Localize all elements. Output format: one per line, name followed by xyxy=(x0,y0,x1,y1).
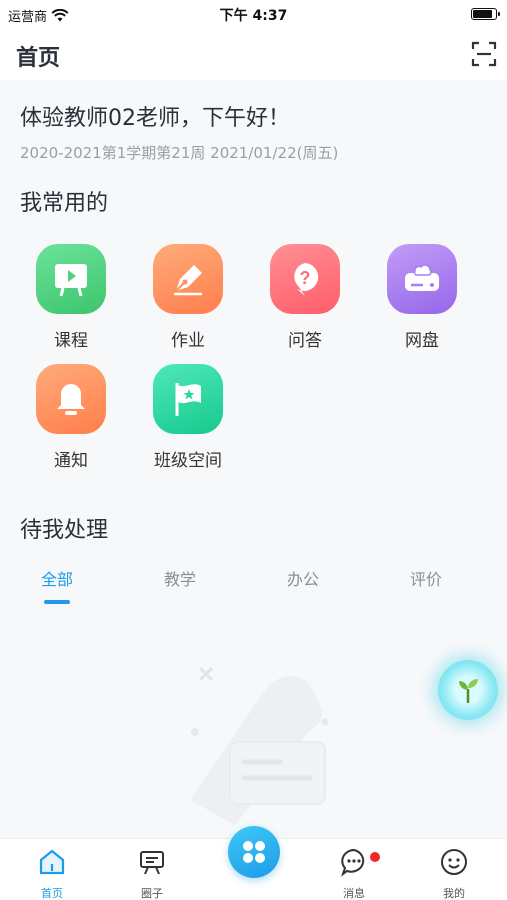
app-homework[interactable]: 作业 xyxy=(133,244,243,351)
tab-teaching[interactable]: 教学 xyxy=(130,566,230,590)
svg-text:?: ? xyxy=(300,268,311,288)
tabbar-label: 圈子 xyxy=(141,887,163,900)
cloud-drive-icon xyxy=(387,244,457,314)
tab-all[interactable]: 全部 xyxy=(7,566,107,590)
sprout-icon xyxy=(459,679,478,703)
profile-icon xyxy=(441,849,467,875)
question-icon: ? xyxy=(270,244,340,314)
battery-fill xyxy=(473,10,492,18)
app-notice[interactable]: 通知 xyxy=(16,364,126,471)
tab-office[interactable]: 办公 xyxy=(253,566,353,590)
bell-icon xyxy=(36,364,106,434)
tab-indicator xyxy=(44,600,70,604)
battery-icon xyxy=(471,8,500,20)
app-label: 网盘 xyxy=(405,331,439,351)
tabbar-label: 消息 xyxy=(343,887,365,900)
circle-board-icon xyxy=(140,851,164,875)
greeting-text: 体验教师02老师，下午好！ xyxy=(20,106,290,131)
app-label: 课程 xyxy=(54,331,88,351)
app-label: 班级空间 xyxy=(154,451,222,471)
app-label: 通知 xyxy=(54,451,88,471)
empty-state-illustration xyxy=(190,666,329,825)
tab-evaluation[interactable]: 评价 xyxy=(376,566,476,590)
tabbar-label: 首页 xyxy=(41,887,63,900)
flag-icon xyxy=(153,364,223,434)
favorites-title: 我常用的 xyxy=(20,191,109,216)
app-label: 问答 xyxy=(288,331,322,351)
tabbar-label: 我的 xyxy=(443,887,465,900)
term-date: 2020-2021第1学期第21周 2021/01/22(周五) xyxy=(20,144,339,162)
app-label: 作业 xyxy=(171,331,205,351)
scan-button[interactable] xyxy=(471,41,497,67)
course-icon xyxy=(36,244,106,314)
app-class-space[interactable]: 班级空间 xyxy=(133,364,243,471)
page-title: 首页 xyxy=(16,46,61,71)
todo-tabs: 全部 教学 办公 评价 xyxy=(0,566,507,616)
tabbar-circle[interactable]: 圈子 xyxy=(122,847,182,900)
tabbar-home[interactable]: 首页 xyxy=(22,847,82,900)
tabbar-profile[interactable]: 我的 xyxy=(424,847,484,900)
message-icon xyxy=(341,848,365,877)
todo-title: 待我处理 xyxy=(20,518,109,543)
app-cloud-drive[interactable]: 网盘 xyxy=(367,244,477,351)
apps-grid-icon xyxy=(243,841,265,863)
home-icon xyxy=(39,849,65,875)
app-course[interactable]: 课程 xyxy=(16,244,126,351)
message-unread-badge xyxy=(370,852,380,862)
nav-bar: 首页 xyxy=(0,28,507,80)
floating-plant-button[interactable] xyxy=(438,660,498,720)
scan-icon xyxy=(471,41,497,67)
status-time: 下午 4:37 xyxy=(219,8,288,24)
app-qa[interactable]: ? 问答 xyxy=(250,244,360,351)
status-bar: 运营商 下午 4:37 xyxy=(0,0,507,28)
homework-icon xyxy=(153,244,223,314)
center-apps-button[interactable] xyxy=(228,826,280,878)
